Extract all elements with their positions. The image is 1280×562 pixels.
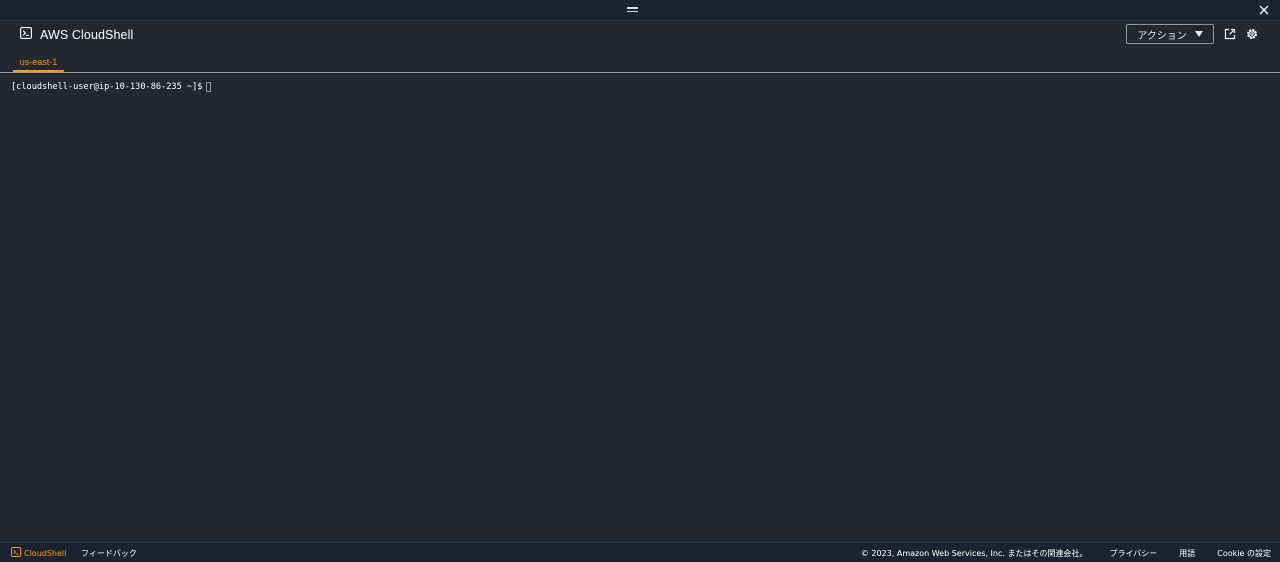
- copyright-text: © 2023, Amazon Web Services, Inc. またはその関…: [860, 549, 1088, 558]
- footer-cloudshell-link[interactable]: CloudShell: [11, 547, 66, 559]
- app-title: AWS CloudShell: [20, 27, 133, 43]
- header-divider: [0, 72, 1280, 73]
- feedback-link[interactable]: フィードバック: [81, 548, 137, 559]
- terminal-cursor: [206, 82, 212, 92]
- app-title-text: AWS CloudShell: [40, 28, 134, 42]
- terminal-icon: [20, 26, 32, 44]
- header: AWS CloudShell アクション us-east-1: [0, 21, 1280, 73]
- footer-links: © 2023, Amazon Web Services, Inc. またはその関…: [861, 548, 1271, 559]
- cookie-settings-link[interactable]: Cookie の設定: [1217, 548, 1271, 559]
- footer-brand-label: CloudShell: [24, 548, 67, 558]
- terms-link[interactable]: 用語: [1179, 548, 1195, 559]
- terminal-prompt-line: [cloudshell-user@ip-10-130-86-235 ~]$: [11, 82, 212, 92]
- terminal-prompt: [cloudshell-user@ip-10-130-86-235 ~]$: [11, 82, 203, 92]
- actions-button-label: アクション: [1137, 30, 1187, 42]
- drag-handle-icon[interactable]: [627, 7, 638, 13]
- terminal-icon: [11, 547, 21, 559]
- top-bar: [0, 0, 1280, 21]
- caret-down-icon: [1194, 31, 1203, 37]
- actions-button[interactable]: アクション: [1126, 24, 1214, 44]
- cloudshell-window: AWS CloudShell アクション us-east-1 [cloudshe…: [0, 0, 1280, 562]
- external-link-icon[interactable]: [1223, 27, 1237, 41]
- terminal-area[interactable]: [cloudshell-user@ip-10-130-86-235 ~]$: [0, 74, 1280, 542]
- footer: CloudShell フィードバック © 2023, Amazon Web Se…: [0, 542, 1280, 562]
- privacy-link[interactable]: プライバシー: [1109, 548, 1157, 559]
- close-icon[interactable]: [1256, 2, 1272, 18]
- gear-icon[interactable]: [1245, 27, 1259, 41]
